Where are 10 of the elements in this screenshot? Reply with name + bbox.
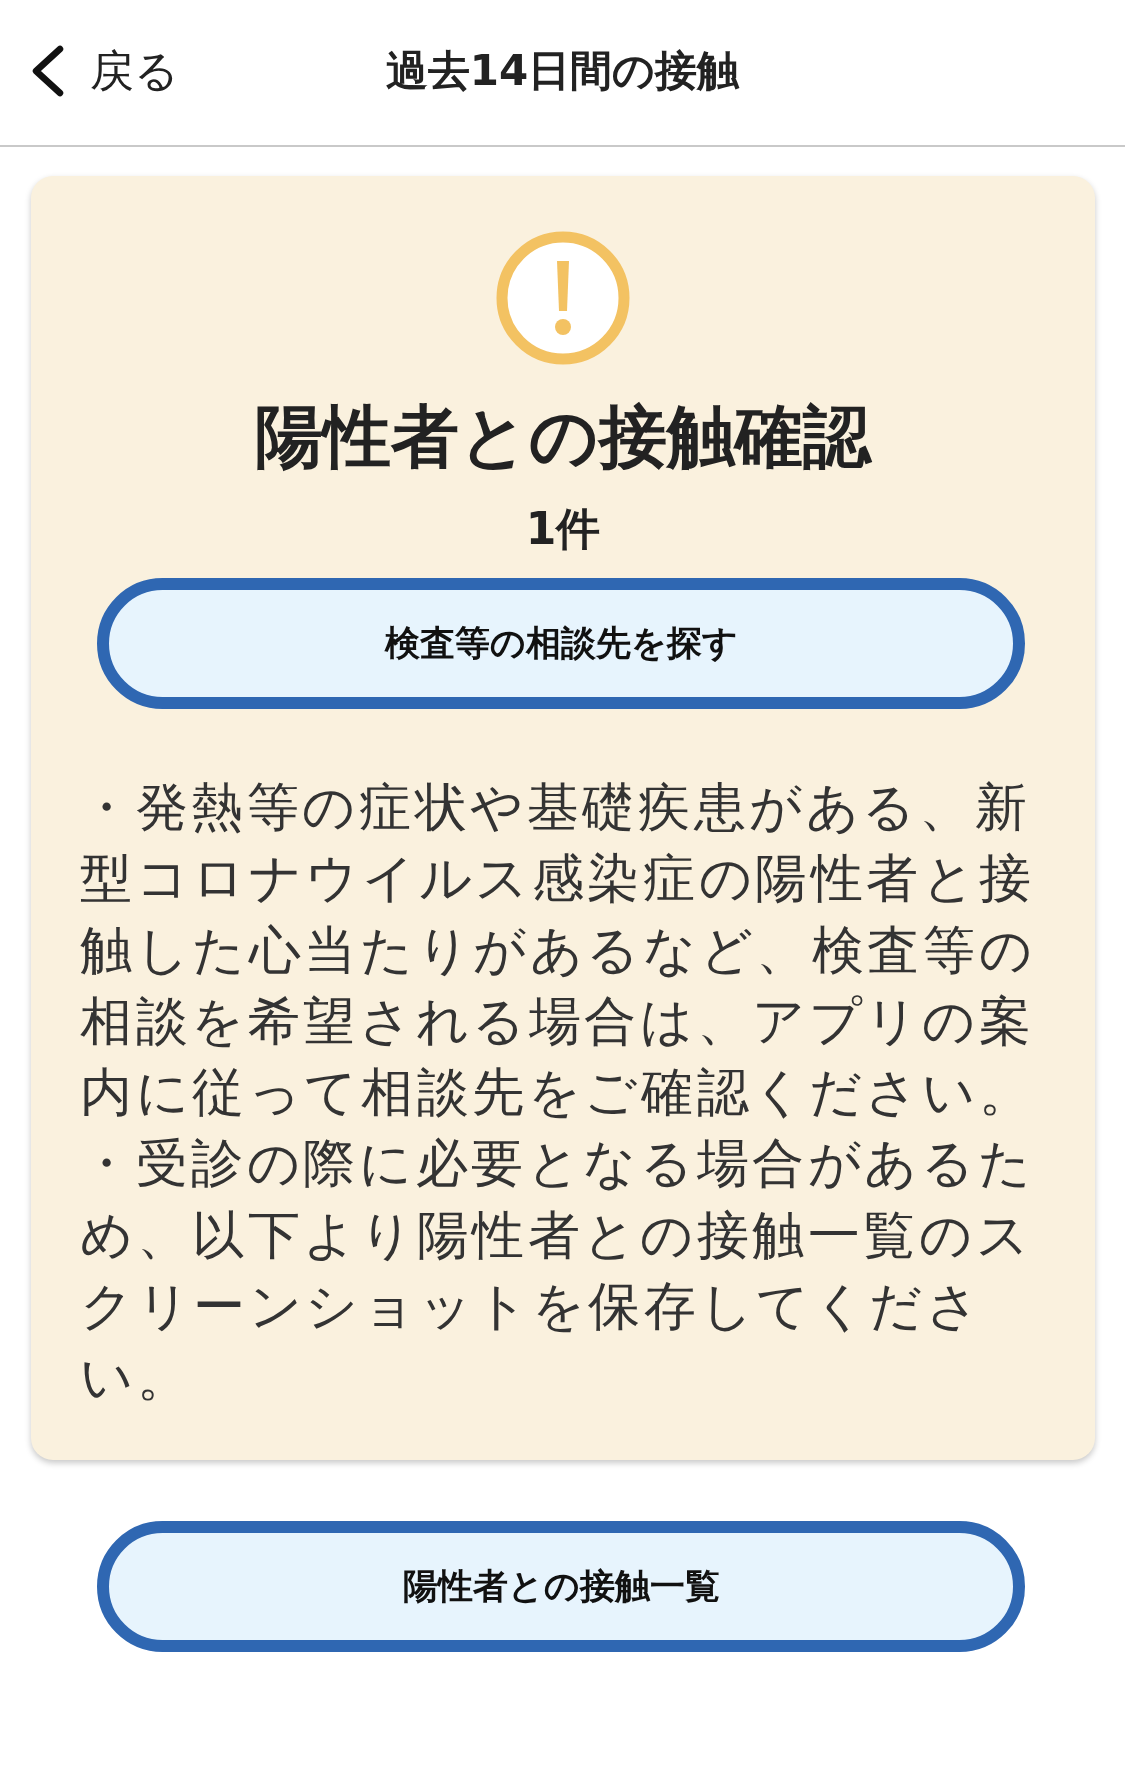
find-consultation-button[interactable]: 検査等の相談先を探す (97, 578, 1025, 709)
note-paragraph: ・受診の際に必要となる場合があるため、以下より陽性者との接触一覧のスクリーンショットを保存してください。 (80, 1132, 1036, 1410)
screen-title: 過去14日間の接触 (385, 46, 740, 97)
contact-list-button[interactable]: 陽性者との接触一覧 (97, 1520, 1025, 1652)
chevron-left-icon (30, 45, 66, 98)
contact-count: 1件 (525, 502, 601, 556)
note-paragraph: ・発熱等の症状や基礎疾患がある、新型コロナウイルス感染症の陽性者と接触した心当たりがあるなど、検査等の相談を希望される場合は、アプリの案内に従って相談先をご確認ください。 (80, 776, 1036, 1125)
back-button[interactable]: 戻る (30, 45, 179, 98)
alert-title: 陽性者との接触確認 (255, 396, 871, 478)
exclamation-circle-icon (496, 231, 630, 365)
